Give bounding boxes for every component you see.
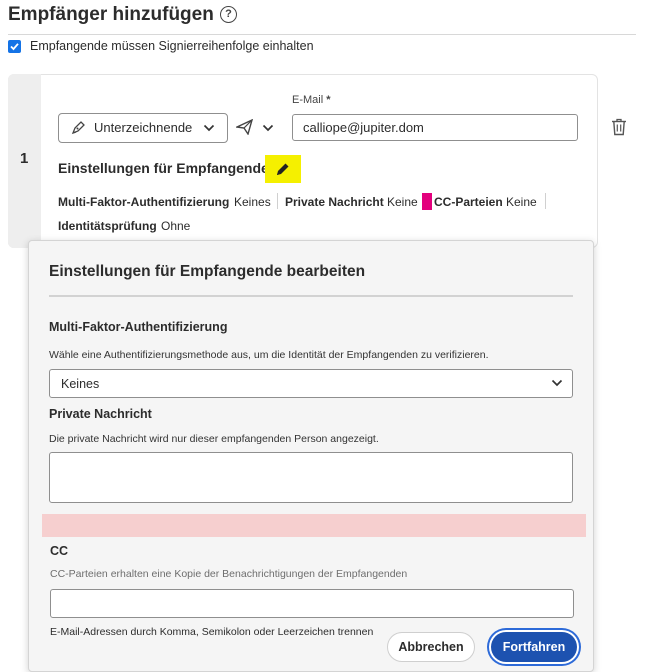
highlight-band [42,514,586,537]
private-message-title: Private Nachricht [49,407,152,421]
edit-settings-button[interactable] [265,155,301,183]
signing-order-checkbox[interactable] [8,40,21,53]
cc-description: CC-Parteien erhalten eine Kopie der Bena… [50,568,408,580]
cc-section-title: CC [50,544,69,558]
private-summary-value: Keine [387,195,418,209]
private-message-textarea[interactable] [49,452,573,503]
chevron-down-icon [551,379,563,387]
mfa-summary-value: Keines [234,195,271,209]
trash-icon[interactable] [611,118,627,136]
cc-email-input[interactable] [50,589,574,618]
id-summary-value: Ohne [161,219,191,233]
dialog-divider [49,295,573,297]
cc-summary-label: CC-Parteien [434,195,503,209]
signature-pen-icon [71,121,85,135]
cc-summary-value: Keine [506,195,537,209]
page-title: Empfänger hinzufügen [8,4,214,25]
help-icon[interactable]: ? [220,6,237,23]
private-summary-label: Private Nachricht [285,195,384,209]
continue-button[interactable]: Fortfahren [491,632,577,662]
mfa-selected-value: Keines [61,377,100,391]
role-dropdown[interactable]: Unterzeichnende [58,113,228,143]
summary-divider [277,193,278,209]
mfa-section-title: Multi-Faktor-Authentifizierung [49,320,228,334]
summary-divider [545,193,546,209]
send-icon[interactable] [236,119,254,135]
required-marker: * [326,94,331,106]
highlight-marker [422,193,432,210]
cc-hint: E-Mail-Adressen durch Komma, Semikolon o… [50,626,374,638]
checkmark-icon [10,43,19,51]
mfa-summary-label: Multi-Faktor-Authentifizierung [58,195,230,209]
email-field[interactable] [292,114,578,141]
chevron-down-icon [203,124,215,132]
recipient-settings-title: Einstellungen für Empfangende [58,160,269,176]
signing-order-label: Empfangende müssen Signierreihenfolge ei… [30,39,314,53]
role-label: Unterzeichnende [94,120,193,135]
mfa-select[interactable]: Keines [49,369,573,398]
cancel-button[interactable]: Abbrechen [387,632,475,662]
dialog-title: Einstellungen für Empfangende bearbeiten [49,263,366,280]
recipient-number: 1 [20,150,29,167]
email-field-label: E-Mail * [292,94,331,106]
chevron-down-icon[interactable] [262,123,274,133]
header-divider [8,34,636,35]
id-summary-label: Identitätsprüfung [58,219,157,233]
private-message-description: Die private Nachricht wird nur dieser em… [49,433,379,445]
pencil-icon [277,163,289,175]
mfa-description: Wähle eine Authentifizierungsmethode aus… [49,349,489,361]
